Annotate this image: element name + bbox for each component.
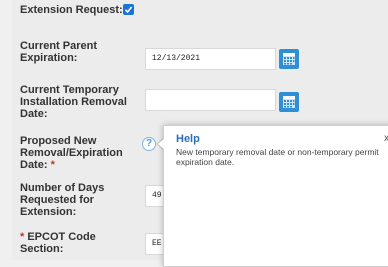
proposed-date-label-line3: Date: * — [20, 159, 55, 171]
required-asterisk: * — [20, 231, 25, 243]
required-asterisk: * — [50, 159, 55, 171]
current-parent-expiration-label-line1: Current Parent — [20, 40, 98, 52]
calendar-button-temp-removal[interactable] — [279, 92, 299, 112]
epcot-code-label-line2: Section: — [20, 243, 64, 255]
popover-title: Help — [176, 133, 200, 145]
epcot-code-label-text: EPCOT Code — [27, 231, 96, 243]
current-temp-removal-label-line2: Installation Removal — [20, 96, 127, 108]
close-icon[interactable]: x — [384, 133, 388, 144]
proposed-date-label-text: Date: — [20, 159, 48, 171]
days-requested-label-line3: Extension: — [20, 206, 77, 218]
help-popover: Help x New temporary removal date or non… — [163, 125, 388, 267]
calendar-button-parent-expiration[interactable] — [279, 49, 299, 69]
popover-body: New temporary removal date or non-tempor… — [176, 147, 379, 167]
days-requested-label-line2: Requested for — [20, 194, 94, 206]
days-requested-label-line1: Number of Days — [20, 182, 105, 194]
checkmark-icon — [124, 6, 133, 14]
current-temp-removal-label-line3: Date: — [20, 108, 48, 120]
calendar-icon — [283, 96, 295, 108]
proposed-date-label-line1: Proposed New — [20, 135, 97, 147]
current-temp-removal-input[interactable] — [145, 89, 276, 111]
help-icon[interactable]: ? — [142, 137, 156, 151]
current-parent-expiration-label-line2: Expiration: — [20, 52, 78, 64]
proposed-date-label-line2: Removal/Expiration — [20, 147, 123, 159]
calendar-icon — [283, 53, 295, 65]
extension-request-checkbox[interactable] — [123, 4, 134, 15]
popover-arrow-inner — [158, 138, 165, 150]
epcot-code-label-line1: * EPCOT Code — [20, 231, 96, 243]
current-parent-expiration-input[interactable]: 12/13/2021 — [145, 48, 276, 70]
extension-request-label: Extension Request: — [20, 4, 123, 16]
current-temp-removal-label-line1: Current Temporary — [20, 84, 119, 96]
